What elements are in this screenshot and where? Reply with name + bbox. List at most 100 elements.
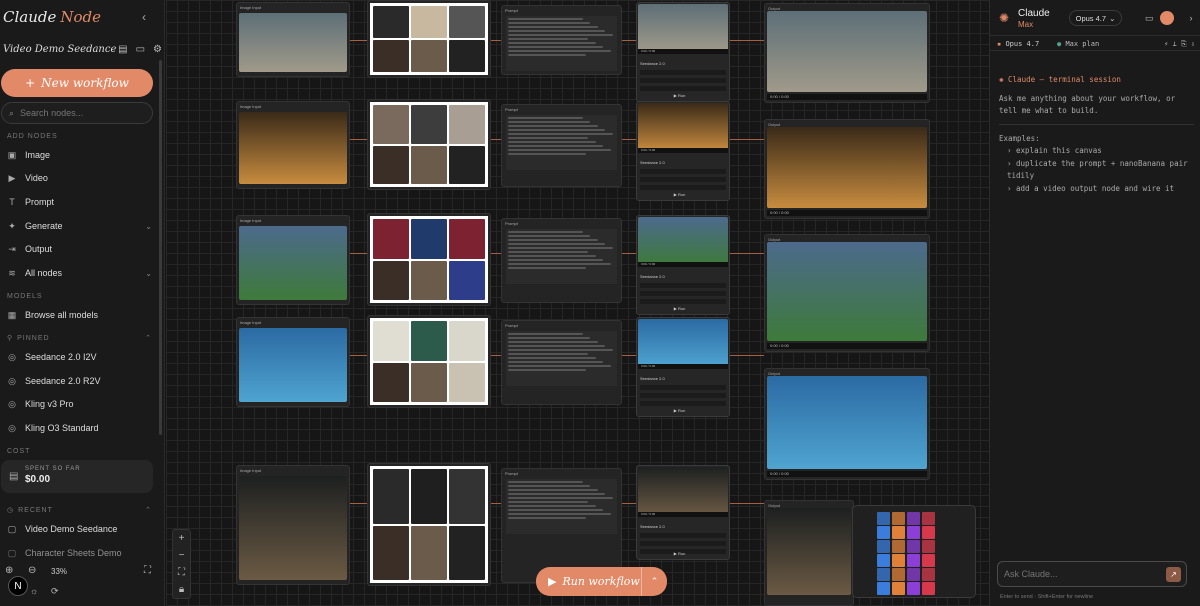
param-row[interactable] (640, 385, 726, 390)
nav-all-nodes[interactable]: ≋ All nodes ⌄ (7, 265, 152, 281)
pinned-heading[interactable]: ⚲ PINNED ⌃ (7, 334, 152, 343)
output-node[interactable]: Output 0:00 / 0:00 (764, 234, 930, 352)
output-node[interactable]: Output 0:00 / 0:00 (764, 368, 930, 480)
character-sheet-node[interactable] (367, 0, 491, 78)
nav-generate[interactable]: ✦ Generate ⌄ (7, 218, 152, 234)
prompt-node[interactable]: Prompt (501, 218, 622, 303)
video-controls[interactable]: 0:00 / 0:00 (638, 512, 728, 517)
prompt-node[interactable]: Prompt (501, 5, 622, 75)
run-node-button[interactable]: ▶ Run (674, 408, 686, 413)
pinned-item[interactable]: ◎ Seedance 2.0 R2V (7, 373, 152, 389)
output-video-controls[interactable]: 0:00 / 0:00 (767, 210, 927, 216)
character-sheet-node[interactable] (367, 315, 491, 408)
seedance-node[interactable]: 0:00 / 0:00 Seedance 2.0 ▶ Run (636, 317, 730, 417)
run-node-button[interactable]: ▶ Run (674, 306, 686, 311)
nav-prompt[interactable]: T Prompt (7, 194, 152, 210)
recent-heading[interactable]: ◷ RECENT ⌃ (7, 506, 152, 515)
image-input-node[interactable]: Image Input (236, 101, 350, 189)
recent-item[interactable]: ▢ Character Sheets Demo (7, 545, 152, 561)
output-node[interactable]: Output 0:00 / 0:00 (764, 3, 930, 103)
workspace-name[interactable]: Video Demo Seedance (3, 44, 116, 55)
run-node-button[interactable]: ▶ Run (674, 192, 686, 197)
folder-icon[interactable]: ▭ (136, 44, 145, 55)
param-row[interactable] (640, 185, 726, 190)
output-node[interactable]: Output (764, 500, 854, 606)
sidebar-scrollbar[interactable] (159, 60, 162, 435)
character-sheet-node[interactable] (367, 213, 491, 306)
param-row[interactable] (640, 169, 726, 174)
sun-icon[interactable]: ☼ (30, 586, 38, 596)
image-input-node[interactable]: Image Input (236, 2, 350, 77)
seedance-node[interactable]: 0:00 / 0:00 Seedance 2.0 ▶ Run (636, 2, 730, 102)
nav-output[interactable]: ⇥ Output (7, 241, 152, 257)
image-input-node[interactable]: Image Input (236, 317, 350, 407)
minimap[interactable] (852, 505, 976, 598)
workflow-canvas[interactable]: Image Input Prompt 0:00 / 0:00 Seedance 2.0… (166, 0, 989, 606)
video-controls[interactable]: 0:00 / 0:00 (638, 49, 728, 54)
prompt-node[interactable]: Prompt (501, 320, 622, 405)
run-node-button[interactable]: ▶ Run (674, 551, 686, 556)
pinned-item[interactable]: ◎ Seedance 2.0 I2V (7, 349, 152, 365)
prompt-node[interactable]: Prompt (501, 104, 622, 187)
param-row[interactable] (640, 78, 726, 83)
video-controls[interactable]: 0:00 / 0:00 (638, 364, 728, 369)
avatar[interactable]: N (8, 576, 28, 596)
param-row[interactable] (640, 70, 726, 75)
expand-panel-icon[interactable]: › (1190, 13, 1193, 23)
seedance-node[interactable]: 0:00 / 0:00 Seedance 2.0 ▶ Run (636, 101, 730, 201)
param-row[interactable] (640, 401, 726, 406)
zoom-in-icon[interactable]: ⊕ (5, 565, 13, 576)
seedance-node[interactable]: 0:00 / 0:00 Seedance 2.0 ▶ Run (636, 215, 730, 315)
nav-video[interactable]: ▶ Video (7, 170, 152, 186)
output-video-controls[interactable]: 0:00 / 0:00 (767, 471, 927, 477)
copy-icon[interactable]: ⎘ (1181, 40, 1187, 48)
param-row[interactable] (640, 291, 726, 296)
user-avatar[interactable] (1159, 11, 1174, 25)
param-row[interactable] (640, 177, 726, 182)
pin-icon[interactable]: ⊥ (1173, 40, 1177, 48)
browse-models[interactable]: ▦ Browse all models (7, 307, 152, 323)
ask-claude-box[interactable]: ↗ (997, 561, 1187, 587)
video-controls[interactable]: 0:00 / 0:00 (638, 148, 728, 153)
collapse-sidebar-icon[interactable]: ‹ (142, 10, 146, 24)
run-workflow-button[interactable]: ▶ Run workflow ⌃ (536, 567, 667, 596)
chat-icon[interactable]: ▭ (1145, 13, 1154, 24)
image-input-node[interactable]: Image Input (236, 465, 350, 585)
zoom-out-icon[interactable]: − (179, 550, 185, 561)
character-sheet-node[interactable] (367, 463, 491, 586)
example-item[interactable]: › duplicate the prompt + nanoBanana pair… (999, 158, 1194, 183)
lock-icon[interactable]: 🔒︎ (179, 584, 184, 595)
seedance-node[interactable]: 0:00 / 0:00 Seedance 2.0 ▶ Run (636, 465, 730, 560)
zoom-in-icon[interactable]: + (179, 533, 185, 544)
prompt-node[interactable]: Prompt (501, 468, 622, 583)
character-sheet-node[interactable] (367, 99, 491, 190)
param-row[interactable] (640, 86, 726, 91)
new-workflow-button[interactable]: + New workflow (1, 69, 153, 97)
notes-icon[interactable]: ▤ (118, 44, 127, 55)
search-input[interactable] (20, 108, 141, 118)
nav-image[interactable]: ▣ Image (7, 147, 152, 163)
example-item[interactable]: › explain this canvas (999, 145, 1194, 158)
param-row[interactable] (640, 533, 726, 538)
param-row[interactable] (640, 283, 726, 288)
fit-view-icon[interactable]: ⛶ (144, 565, 151, 576)
param-row[interactable] (640, 393, 726, 398)
search-nodes[interactable]: ⌕ (1, 102, 153, 124)
model-selector[interactable]: Opus 4.7 ⌄ (1069, 10, 1122, 26)
send-icon[interactable]: ↗ (1166, 567, 1181, 582)
activity-icon[interactable]: ⚡ (1164, 40, 1168, 48)
run-options-chevron-icon[interactable]: ⌃ (641, 567, 667, 596)
param-row[interactable] (640, 541, 726, 546)
param-row[interactable] (640, 299, 726, 304)
settings-sliders-icon[interactable]: ⚙ (153, 44, 162, 55)
sync-icon[interactable]: ⟳ (51, 586, 59, 597)
recent-item[interactable]: ▢ Video Demo Seedance (7, 521, 152, 537)
download-icon[interactable]: ⇩ (1191, 40, 1195, 48)
pinned-item[interactable]: ◎ Kling O3 Standard (7, 420, 152, 436)
image-input-node[interactable]: Image Input (236, 215, 350, 305)
run-node-button[interactable]: ▶ Run (674, 93, 686, 98)
output-video-controls[interactable]: 0:00 / 0:00 (767, 94, 927, 100)
example-item[interactable]: › add a video output node and wire it (999, 183, 1194, 196)
pinned-item[interactable]: ◎ Kling v3 Pro (7, 396, 152, 412)
video-controls[interactable]: 0:00 / 0:00 (638, 262, 728, 267)
